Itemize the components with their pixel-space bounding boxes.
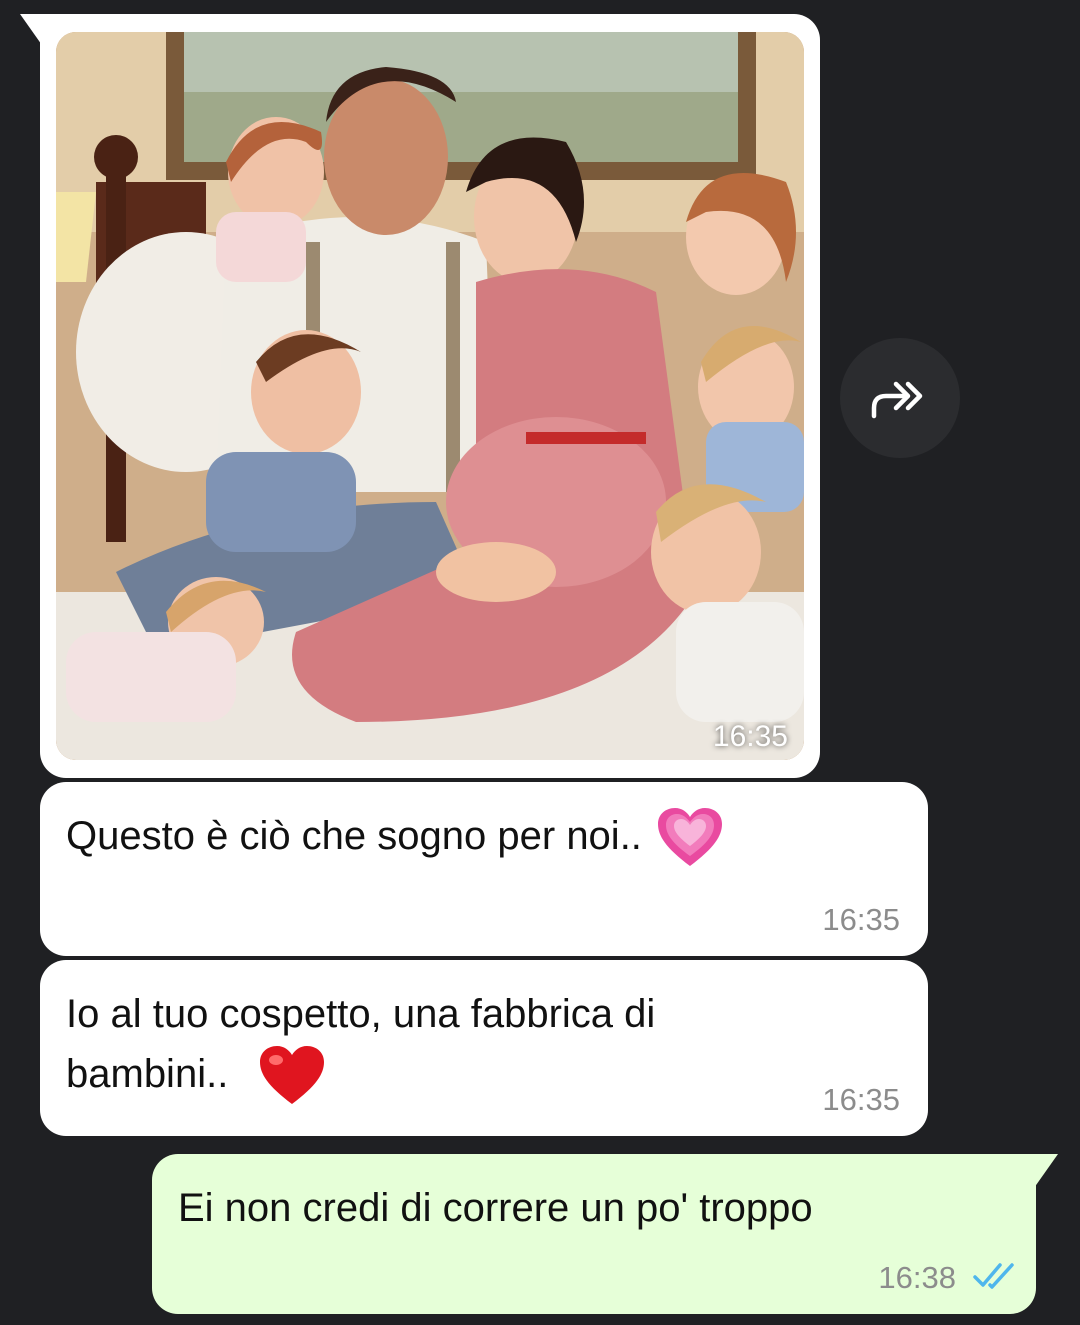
message-text-line: Io al tuo cospetto, una fabbrica di [66,992,656,1036]
incoming-message[interactable]: Io al tuo cospetto, una fabbrica di bamb… [40,960,928,1136]
message-text: Io al tuo cospetto, una fabbrica di bamb… [66,984,868,1108]
message-timestamp: 16:35 [822,902,900,937]
growing-heart-icon [657,808,722,867]
forward-button[interactable] [840,338,960,458]
red-heart-icon [260,1046,325,1105]
double-check-icon [973,1263,1014,1289]
incoming-message[interactable]: Questo è ciò che sogno per noi.. 16:35 [40,782,928,956]
forward-icon [871,381,923,419]
message-text: Questo è ciò che sogno per noi.. [66,806,868,870]
bubble-tail [20,14,44,48]
message-timestamp: 16:35 [822,1082,900,1117]
image-message-bubble[interactable]: 16:35 [20,14,820,778]
message-text-content: Questo è ciò che sogno per noi.. [66,814,642,858]
message-text-content: bambini.. [66,1052,229,1096]
message-photo[interactable]: 16:35 [56,32,804,760]
bubble-tail [1034,1154,1058,1188]
message-text-line: bambini.. [66,1044,868,1108]
family-illustration [56,32,804,760]
message-timestamp: 16:38 [878,1260,956,1295]
message-text: Ei non credi di correre un po' troppo [178,1186,813,1230]
outgoing-message[interactable]: Ei non credi di correre un po' troppo 16… [152,1154,1058,1314]
photo-timestamp: 16:35 [712,720,788,753]
